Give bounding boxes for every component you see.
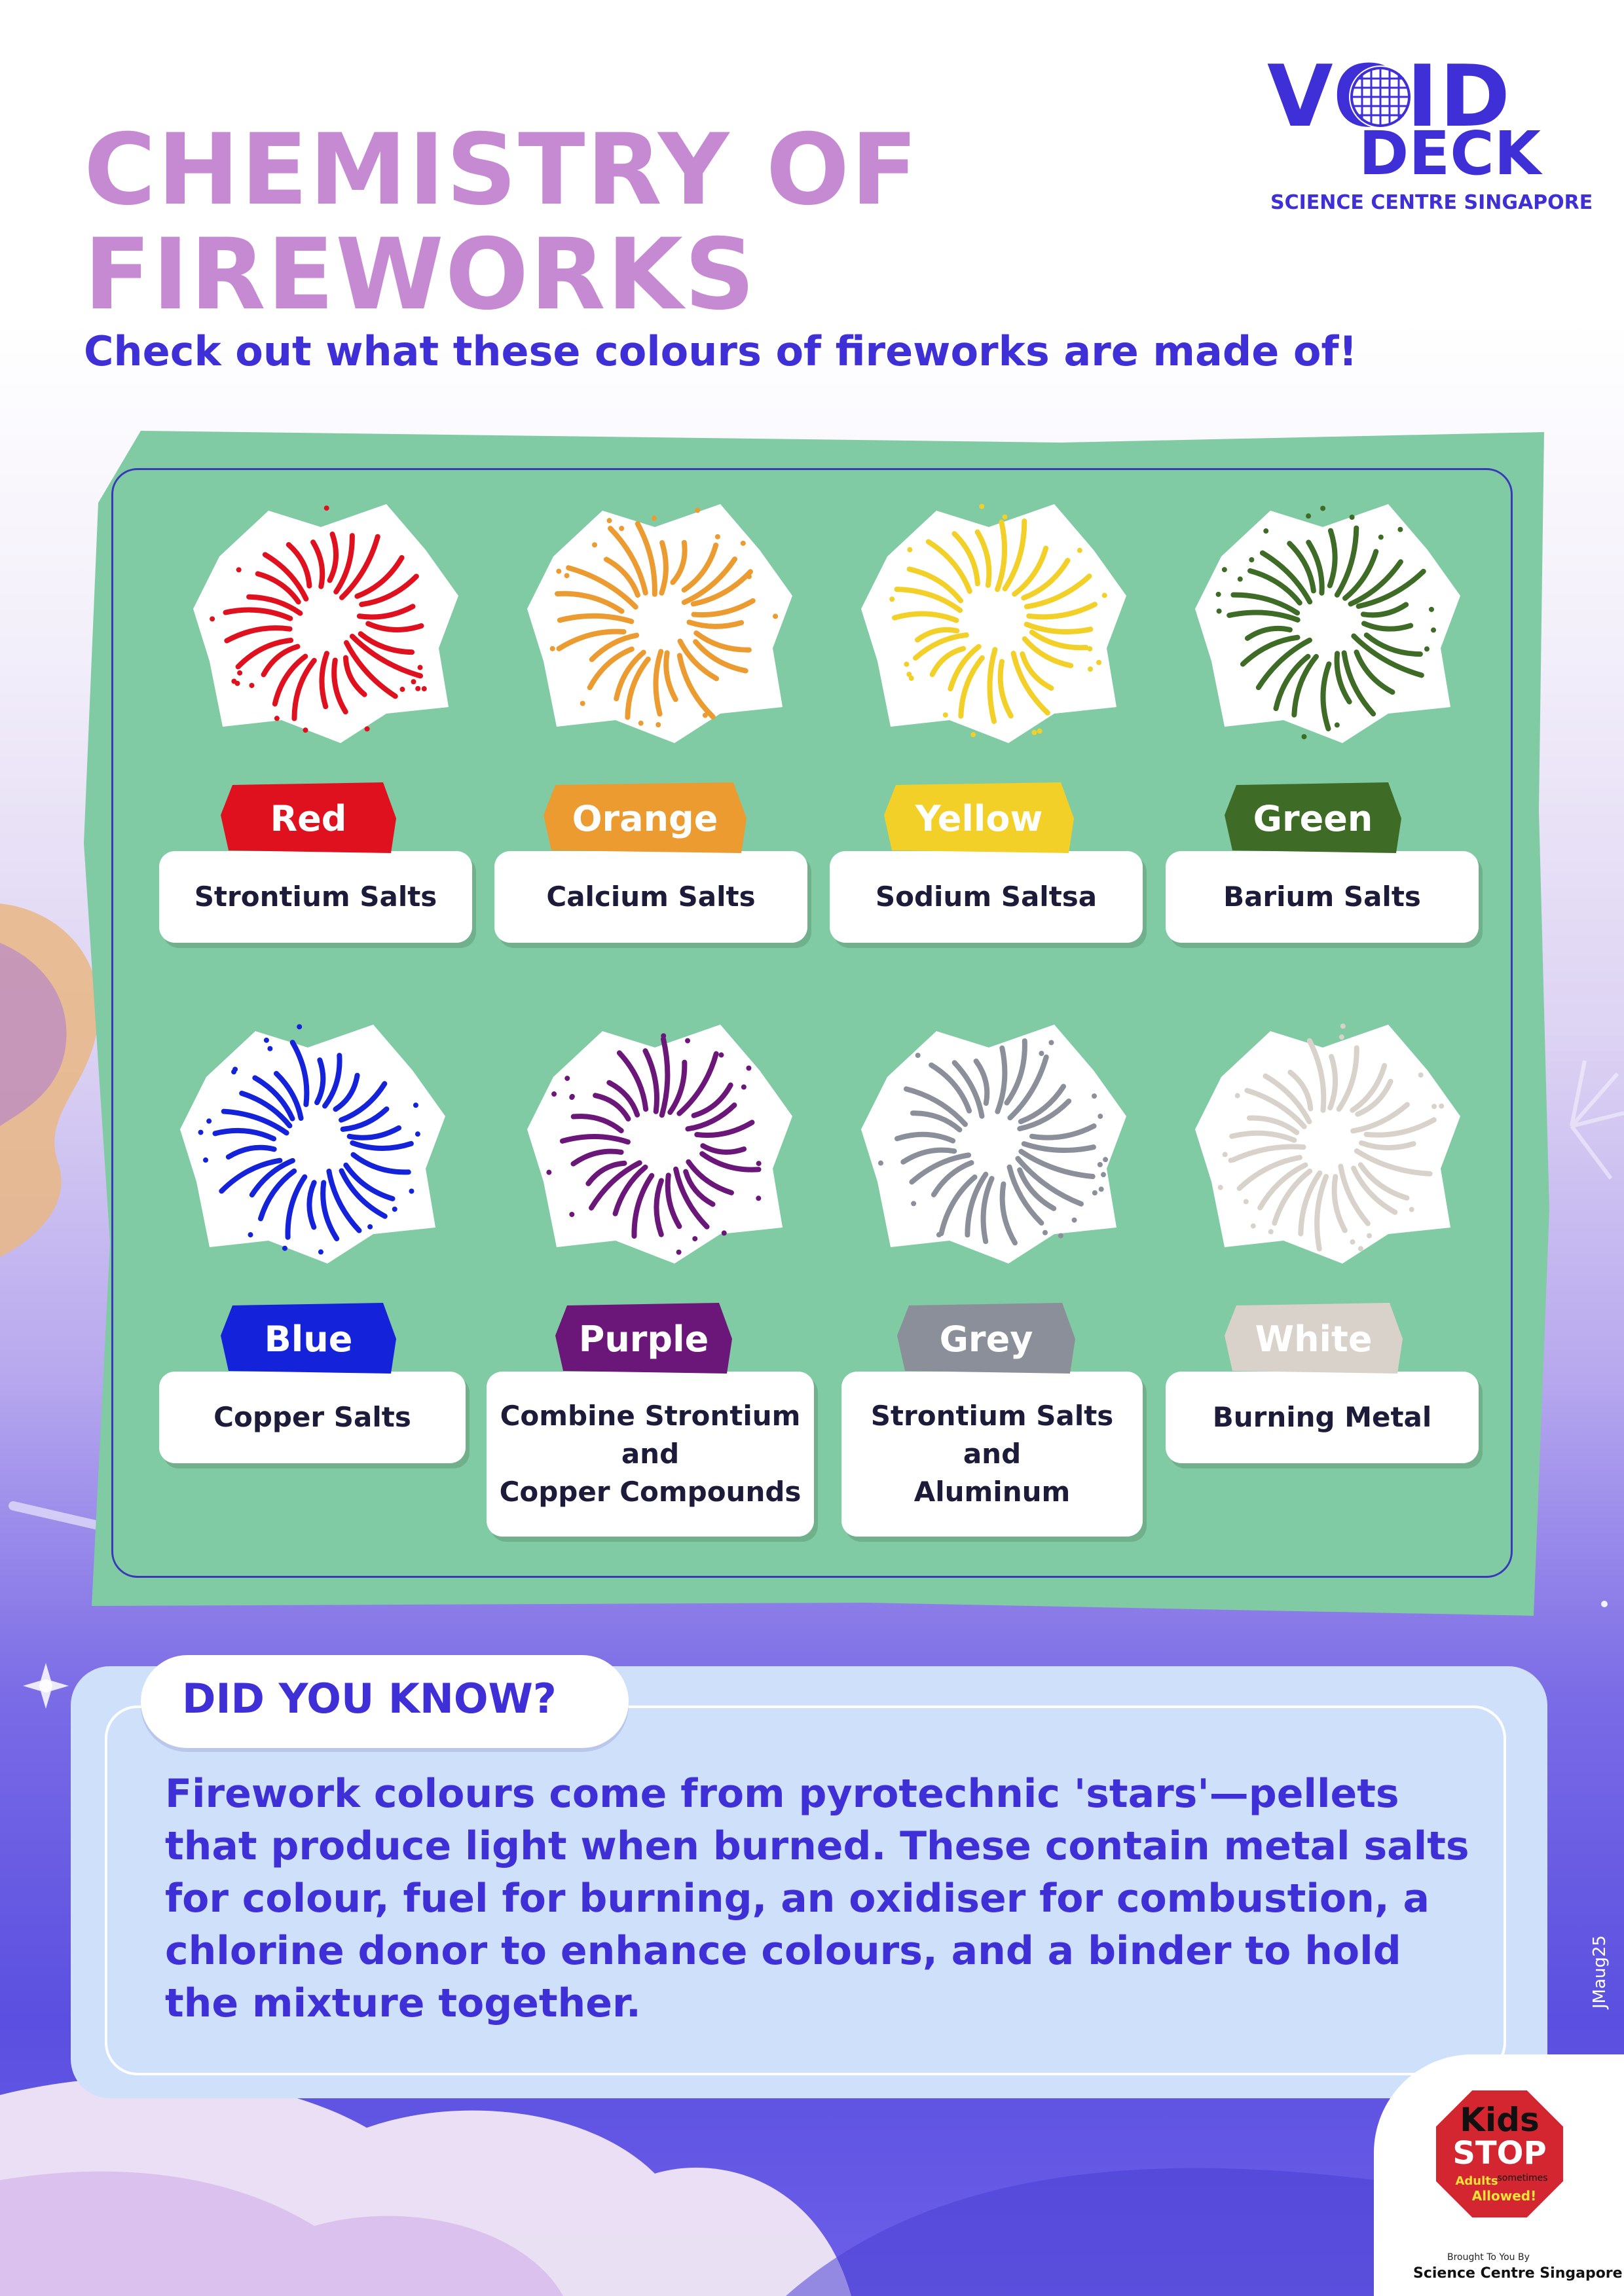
orange-colour-tag: Orange (544, 782, 747, 854)
red-colour-label: Red (270, 797, 347, 839)
purple-compound-line: Combine Strontium (500, 1400, 801, 1432)
grey-colour-tag: Grey (897, 1303, 1075, 1375)
white-colour-tag: White (1225, 1303, 1403, 1375)
page-title-line-2: FIREWORKS (84, 218, 756, 332)
blue-firework-burst-icon (180, 1024, 445, 1264)
white-colour-label: White (1255, 1318, 1373, 1360)
blue-compound-text: Copper Salts (213, 1401, 411, 1433)
yellow-firework-burst-icon (861, 503, 1126, 743)
yellow-colour-label: Yellow (915, 797, 1043, 839)
green-colour-tag: Green (1225, 782, 1401, 854)
grey-firework-burst-icon (861, 1025, 1126, 1264)
green-compound-text: Barium Salts (1223, 881, 1421, 913)
white-compound-text: Burning Metal (1212, 1401, 1432, 1433)
yellow-compound-text: Sodium Saltsa (875, 881, 1098, 913)
purple-colour-tag: Purple (555, 1303, 732, 1375)
white-firework-burst-icon (1195, 1023, 1460, 1264)
yellow-colour-tag: Yellow (884, 782, 1074, 854)
credit-text: JMaug25 (1590, 1935, 1610, 2009)
orange-firework-burst-icon (527, 504, 792, 743)
blue-colour-tag: Blue (221, 1303, 396, 1375)
allowed-text: Allowed! (1472, 2188, 1536, 2204)
page-title: CHEMISTRY OF FIREWORKS (84, 118, 919, 327)
purple-colour-label: Purple (578, 1318, 709, 1360)
purple-compound-line: and (621, 1438, 680, 1470)
brought-by-org: Science Centre Singapore (1413, 2265, 1623, 2282)
red-compound-text: Strontium Salts (194, 881, 437, 913)
grey-colour-label: Grey (939, 1318, 1033, 1360)
grey-compound-line: Aluminum (913, 1476, 1071, 1508)
did-you-know-text: Firework colours come from pyrotechnic '… (165, 1771, 1469, 2026)
kids-text: Kids (1460, 2101, 1539, 2139)
orange-compound-text: Calcium Salts (546, 881, 756, 913)
grey-compound-card: Strontium Salts and Aluminum (841, 1372, 1143, 1537)
purple-compound-line: Copper Compounds (499, 1476, 802, 1508)
orange-compound-card: Calcium Salts (494, 851, 807, 943)
logo-subtitle: SCIENCE CENTRE SINGAPORE (1270, 191, 1593, 214)
white-compound-card: Burning Metal (1166, 1372, 1479, 1463)
grey-compound-text: Strontium Salts and Aluminum (871, 1397, 1114, 1511)
grey-compound-line: and (963, 1438, 1022, 1470)
purple-compound-card: Combine Strontium and Copper Compounds (487, 1372, 814, 1537)
kids-stop-sign-icon: Kids STOP Adults sometimes Allowed! (1432, 2086, 1567, 2221)
blue-colour-label: Blue (264, 1318, 353, 1360)
sometimes-text: sometimes (1497, 2173, 1547, 2183)
green-colour-label: Green (1253, 797, 1373, 839)
logo-deck-text: DECK (1359, 118, 1541, 189)
grey-compound-line: Strontium Salts (870, 1400, 1114, 1432)
purple-compound-text: Combine Strontium and Copper Compounds (500, 1397, 802, 1511)
red-compound-card: Strontium Salts (159, 851, 472, 943)
stop-text: STOP (1452, 2135, 1546, 2172)
purple-firework-burst-icon (527, 1025, 792, 1264)
green-compound-card: Barium Salts (1166, 851, 1479, 943)
did-you-know-title: DID YOU KNOW? (182, 1675, 557, 1722)
page-subtitle: Check out what these colours of firework… (84, 327, 1357, 375)
adults-text: Adults (1455, 2174, 1498, 2188)
blue-compound-card: Copper Salts (159, 1372, 466, 1463)
red-colour-tag: Red (221, 782, 396, 854)
yellow-compound-card: Sodium Saltsa (830, 851, 1143, 943)
green-firework-burst-icon (1195, 504, 1460, 743)
brought-by-text: Brought To You By (1447, 2252, 1530, 2263)
orange-colour-label: Orange (572, 797, 718, 839)
page-title-line-1: CHEMISTRY OF (84, 113, 919, 227)
red-firework-burst-icon (193, 504, 458, 743)
